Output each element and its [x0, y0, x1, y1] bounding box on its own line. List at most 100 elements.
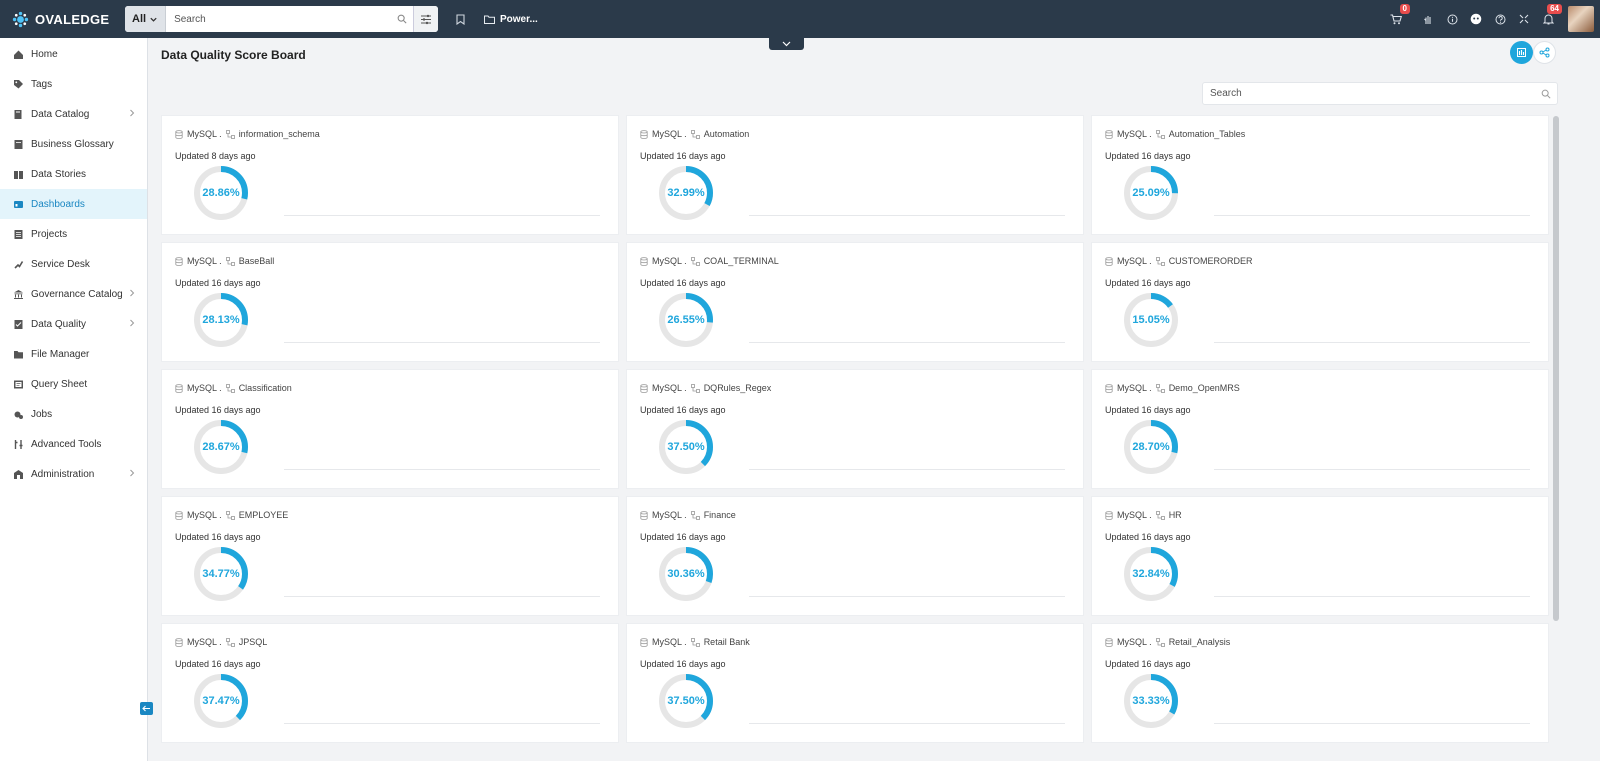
sidebar-item-advanced-tools[interactable]: Advanced Tools	[0, 429, 147, 459]
database-icon	[175, 510, 183, 520]
score-trend-line	[749, 469, 1065, 470]
score-percentage: 28.70%	[1132, 441, 1170, 453]
database-icon	[640, 637, 648, 647]
score-percentage: 37.50%	[667, 441, 705, 453]
chevron-right-icon	[129, 289, 135, 300]
scoreboard-card[interactable]: MySQL . HR Updated 16 days ago 32.84%	[1091, 496, 1549, 616]
global-search-input[interactable]	[166, 6, 391, 32]
fullscreen-button[interactable]	[1512, 7, 1536, 31]
sidebar-item-tags[interactable]: Tags	[0, 69, 147, 99]
tools-icon	[13, 439, 24, 450]
schema-icon	[690, 510, 700, 520]
info-button[interactable]	[1440, 7, 1464, 31]
sidebar-item-service-desk[interactable]: Service Desk	[0, 249, 147, 279]
help-icon	[1495, 14, 1505, 24]
cart-button[interactable]: 0	[1384, 4, 1410, 31]
card-schema-name: information_schema	[238, 129, 320, 139]
scoreboard-card[interactable]: MySQL . Retail_Analysis Updated 16 days ag…	[1091, 623, 1549, 743]
help-button[interactable]	[1488, 7, 1512, 31]
card-schema-name: Retail Bank	[703, 637, 750, 647]
database-icon	[640, 383, 648, 393]
header-toggle-tab[interactable]	[769, 38, 804, 50]
chevron-right-icon	[129, 319, 135, 330]
scoreboard-card[interactable]: MySQL . Automation Updated 16 days ago 32.9…	[626, 115, 1084, 235]
score-percentage: 26.55%	[667, 314, 705, 326]
sidebar-item-governance-catalog[interactable]: Governance Catalog	[0, 279, 147, 309]
cart-icon	[1390, 13, 1402, 24]
scoreboard-card[interactable]: MySQL . EMPLOYEE Updated 16 days ago 34.77%	[161, 496, 619, 616]
card-updated-time: Updated 16 days ago	[1105, 405, 1191, 415]
card-header: MySQL . Finance	[640, 510, 736, 520]
scoreboard-card[interactable]: MySQL . BaseBall Updated 16 days ago 28.13%	[161, 242, 619, 362]
sidebar-item-file-manager[interactable]: File Manager	[0, 339, 147, 369]
card-updated-time: Updated 16 days ago	[175, 659, 261, 669]
scoreboard-card[interactable]: MySQL . JPSQL Updated 16 days ago 37.47%	[161, 623, 619, 743]
search-scope-dropdown[interactable]: All	[125, 6, 167, 32]
scoreboard-search-input[interactable]	[1203, 83, 1535, 104]
page-title: Data Quality Score Board	[161, 48, 306, 62]
projects-icon	[13, 229, 24, 240]
sidebar-item-label: Data Stories	[31, 168, 87, 180]
card-schema-name: Classification	[238, 383, 292, 393]
sidebar-item-data-catalog[interactable]: Data Catalog	[0, 99, 147, 129]
sidebar-item-label: Home	[31, 48, 58, 60]
scoreboard-card[interactable]: MySQL . COAL_TERMINAL Updated 16 days ago 2…	[626, 242, 1084, 362]
score-trend-line	[749, 215, 1065, 216]
score-trend-line	[284, 469, 600, 470]
score-trend-line	[284, 215, 600, 216]
sidebar-item-business-glossary[interactable]: Business Glossary	[0, 129, 147, 159]
search-icon[interactable]	[1535, 89, 1557, 99]
database-icon	[1105, 383, 1113, 393]
scoreboard-card[interactable]: MySQL . Finance Updated 16 days ago 30.36%	[626, 496, 1084, 616]
scoreboard-card[interactable]: MySQL . Retail Bank Updated 16 days ago 37.…	[626, 623, 1084, 743]
sidebar-item-data-stories[interactable]: Data Stories	[0, 159, 147, 189]
chatbot-button[interactable]	[1464, 7, 1488, 31]
sidebar-item-label: Data Quality	[31, 318, 87, 330]
lineage-view-button[interactable]	[1533, 41, 1556, 64]
search-icon[interactable]	[391, 14, 413, 24]
card-source: MySQL .	[187, 383, 222, 393]
service-desk-icon	[13, 259, 24, 270]
card-updated-time: Updated 16 days ago	[1105, 659, 1191, 669]
score-percentage: 15.05%	[1132, 314, 1170, 326]
database-icon	[1105, 129, 1113, 139]
query-icon	[13, 379, 24, 390]
score-trend-line	[1214, 723, 1530, 724]
scoreboard-card[interactable]: MySQL . Classification Updated 16 days ago…	[161, 369, 619, 489]
logo[interactable]: OVALEDGE	[0, 11, 125, 28]
scoreboard-card[interactable]: MySQL . DQRules_Regex Updated 16 days ago 3…	[626, 369, 1084, 489]
workspace-selector[interactable]: Power...	[484, 14, 538, 25]
sidebar-item-data-quality[interactable]: Data Quality	[0, 309, 147, 339]
scoreboard-card[interactable]: MySQL . Demo_OpenMRS Updated 16 days ago 28…	[1091, 369, 1549, 489]
score-percentage: 25.09%	[1132, 187, 1170, 199]
sidebar-item-home[interactable]: Home	[0, 39, 147, 69]
database-icon	[175, 383, 183, 393]
card-source: MySQL .	[1117, 256, 1152, 266]
database-icon	[640, 510, 648, 520]
scrollbar-thumb[interactable]	[1553, 116, 1559, 621]
scoreboard-card[interactable]: MySQL . information_schema Updated 8 days …	[161, 115, 619, 235]
sidebar-item-administration[interactable]: Administration	[0, 459, 147, 489]
card-header: MySQL . Automation_Tables	[1105, 129, 1245, 139]
notifications-button[interactable]: 64	[1536, 4, 1562, 31]
bookmark-button[interactable]	[450, 9, 470, 29]
top-right-tools: 0 64	[1384, 4, 1600, 32]
sidebar-item-jobs[interactable]: Jobs	[0, 399, 147, 429]
advanced-search-button[interactable]	[413, 6, 438, 32]
scoreboard-view-button[interactable]	[1510, 41, 1533, 64]
scoreboard-card[interactable]: MySQL . CUSTOMERORDER Updated 16 days ago 1…	[1091, 242, 1549, 362]
info-icon	[1447, 14, 1457, 24]
sidebar-item-query-sheet[interactable]: Query Sheet	[0, 369, 147, 399]
card-updated-time: Updated 16 days ago	[640, 532, 726, 542]
card-updated-time: Updated 16 days ago	[640, 659, 726, 669]
sidebar-item-dashboards[interactable]: Dashboards	[0, 189, 147, 219]
bot-icon	[1470, 13, 1482, 25]
score-percentage: 37.47%	[202, 695, 240, 707]
database-icon	[175, 637, 183, 647]
announcements-button[interactable]	[1416, 7, 1440, 31]
user-avatar[interactable]	[1568, 6, 1594, 32]
sidebar-item-projects[interactable]: Projects	[0, 219, 147, 249]
score-percentage: 28.86%	[202, 187, 240, 199]
scoreboard-card[interactable]: MySQL . Automation_Tables Updated 16 days …	[1091, 115, 1549, 235]
schema-icon	[225, 510, 235, 520]
